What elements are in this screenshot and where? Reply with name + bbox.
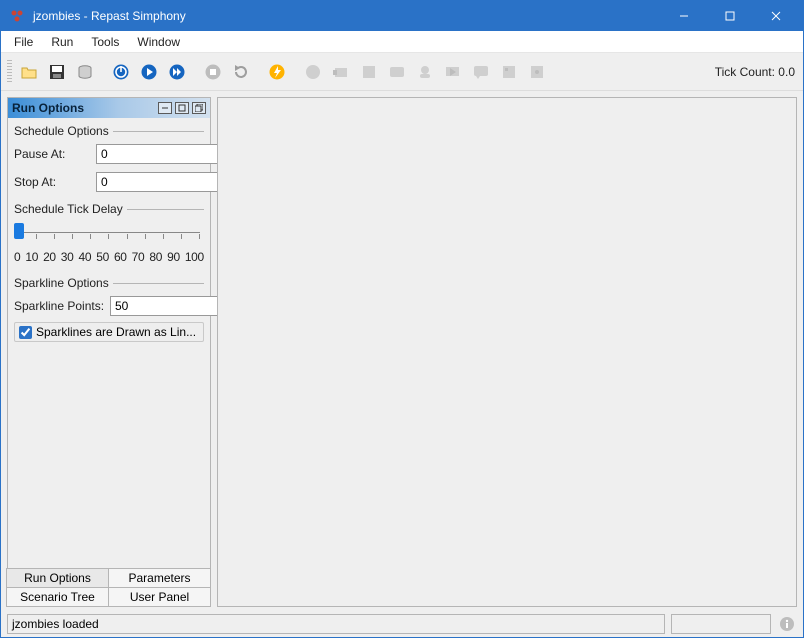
sparkline-lines-checkbox[interactable] <box>19 326 32 339</box>
disabled-tool-8-icon <box>496 59 522 85</box>
disabled-tool-2-icon <box>328 59 354 85</box>
tab-scenario-tree[interactable]: Scenario Tree <box>6 587 109 607</box>
disabled-tool-3-icon <box>356 59 382 85</box>
sparkline-lines-label: Sparklines are Drawn as Lin... <box>36 325 196 339</box>
slider-scale: 0102030405060708090100 <box>14 250 204 264</box>
disabled-tool-1-icon <box>300 59 326 85</box>
statusbar: jzombies loaded <box>1 613 803 637</box>
status-secondary <box>671 614 771 634</box>
tab-user-panel[interactable]: User Panel <box>108 587 211 607</box>
panel-minimize-icon[interactable] <box>158 102 172 114</box>
close-button[interactable] <box>753 1 799 31</box>
open-folder-icon[interactable] <box>16 59 42 85</box>
disabled-tool-6-icon <box>440 59 466 85</box>
app-icon <box>9 8 25 24</box>
titlebar: jzombies - Repast Simphony <box>1 1 803 31</box>
panel-restore-icon[interactable] <box>192 102 206 114</box>
menubar: File Run Tools Window <box>1 31 803 53</box>
toolbar: Tick Count: 0.0 <box>1 53 803 91</box>
reset-icon[interactable] <box>228 59 254 85</box>
lightning-icon[interactable] <box>264 59 290 85</box>
run-options-panel: Run Options Schedule Options Pause At: S… <box>7 97 211 569</box>
menu-run[interactable]: Run <box>42 32 82 52</box>
menu-file[interactable]: File <box>5 32 42 52</box>
tick-delay-slider[interactable] <box>14 222 204 246</box>
sparkline-points-label: Sparkline Points: <box>14 299 106 313</box>
menu-tools[interactable]: Tools <box>82 32 128 52</box>
disabled-tool-5-icon <box>412 59 438 85</box>
menu-window[interactable]: Window <box>128 32 189 52</box>
stop-at-label: Stop At: <box>14 175 92 189</box>
tick-count-label: Tick Count: 0.0 <box>715 65 797 79</box>
left-tabs: Run Options Parameters Scenario Tree Use… <box>7 569 211 607</box>
maximize-button[interactable] <box>707 1 753 31</box>
disabled-tool-9-icon <box>524 59 550 85</box>
window-title: jzombies - Repast Simphony <box>33 9 661 23</box>
disabled-tool-7-icon <box>468 59 494 85</box>
tab-parameters[interactable]: Parameters <box>108 568 211 588</box>
minimize-button[interactable] <box>661 1 707 31</box>
play-icon[interactable] <box>136 59 162 85</box>
status-message: jzombies loaded <box>7 614 665 634</box>
step-icon[interactable] <box>164 59 190 85</box>
tick-delay-label: Schedule Tick Delay <box>14 202 123 216</box>
database-icon[interactable] <box>72 59 98 85</box>
panel-title: Run Options <box>12 101 155 115</box>
save-icon[interactable] <box>44 59 70 85</box>
power-init-icon[interactable] <box>108 59 134 85</box>
sparkline-options-label: Sparkline Options <box>14 276 109 290</box>
stop-icon[interactable] <box>200 59 226 85</box>
tab-run-options[interactable]: Run Options <box>6 568 109 588</box>
disabled-tool-4-icon <box>384 59 410 85</box>
status-info-icon[interactable] <box>777 614 797 634</box>
toolbar-grip <box>7 60 12 84</box>
pause-at-label: Pause At: <box>14 147 92 161</box>
panel-maximize-icon[interactable] <box>175 102 189 114</box>
sparkline-lines-checkbox-row[interactable]: Sparklines are Drawn as Lin... <box>14 322 204 342</box>
schedule-options-label: Schedule Options <box>14 124 109 138</box>
main-view <box>217 97 797 607</box>
